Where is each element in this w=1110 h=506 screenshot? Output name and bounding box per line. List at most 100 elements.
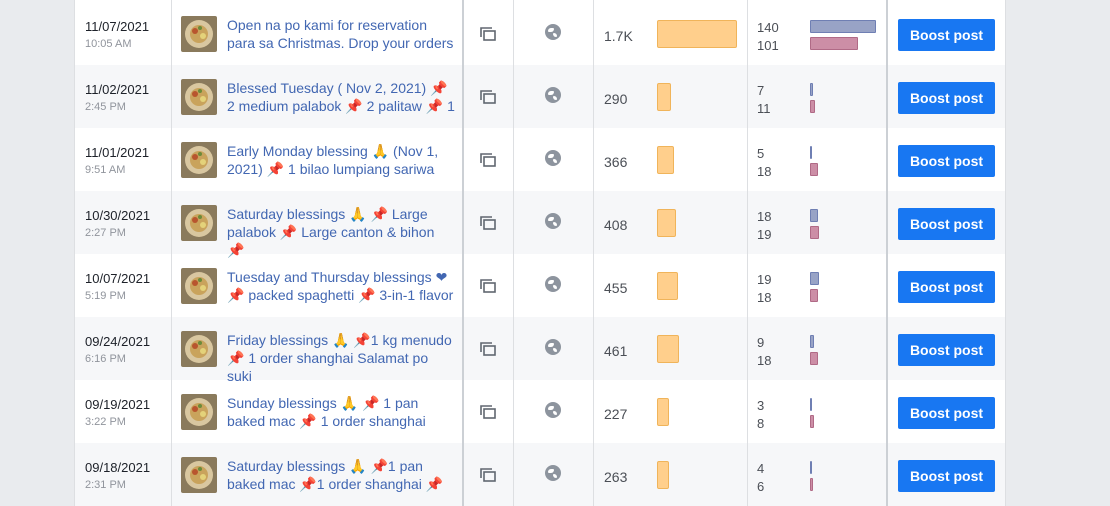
engagement-reactions: 18 — [757, 164, 772, 179]
multi-photo-icon — [480, 27, 496, 41]
post-title-link[interactable]: Saturday blessings 🙏 📌 Large palabok 📌 L… — [227, 205, 455, 259]
column-divider — [747, 0, 748, 506]
engagement-reactions: 8 — [757, 416, 765, 431]
table-row: 10/30/2021 2:27 PM Saturday blessings 🙏 … — [75, 191, 1005, 258]
engagement-reactions-bar — [810, 100, 815, 113]
engagement-reactions-bar — [810, 352, 818, 365]
post-time: 10:05 AM — [85, 38, 132, 50]
post-date: 09/19/2021 — [85, 397, 151, 412]
post-title-link[interactable]: Friday blessings 🙏 📌1 kg menudo 📌 1 orde… — [227, 331, 455, 385]
globe-icon — [545, 465, 561, 481]
globe-icon — [545, 87, 561, 103]
reach-value: 408 — [604, 217, 628, 233]
reach-bar — [657, 272, 678, 300]
post-thumbnail[interactable] — [181, 79, 217, 115]
post-thumbnail[interactable] — [181, 268, 217, 304]
post-title-link[interactable]: Saturday blessings 🙏 📌1 pan baked mac 📌1… — [227, 457, 455, 493]
post-title-link[interactable]: Tuesday and Thursday blessings ❤ 📌 packe… — [227, 268, 455, 304]
column-divider — [462, 0, 464, 506]
audience-cell — [513, 128, 593, 191]
engagement-reactions: 19 — [757, 227, 772, 242]
boost-post-button[interactable]: Boost post — [898, 19, 995, 51]
post-date: 11/01/2021 — [85, 145, 150, 160]
engagement-cell: 9 18 — [747, 317, 887, 380]
post-time: 5:19 PM — [85, 290, 126, 302]
engagement-reactions-bar — [810, 163, 818, 176]
post-thumbnail[interactable] — [181, 457, 217, 493]
boost-cell: Boost post — [888, 443, 1005, 506]
published-cell: 11/01/2021 9:51 AM — [75, 128, 171, 191]
engagement-cell: 140 101 — [747, 2, 887, 65]
multi-photo-icon — [480, 216, 496, 230]
audience-cell — [513, 317, 593, 380]
post-title-link[interactable]: Blessed Tuesday ( Nov 2, 2021) 📌 2 mediu… — [227, 79, 455, 115]
post-thumbnail[interactable] — [181, 331, 217, 367]
reach-value: 366 — [604, 154, 628, 170]
engagement-cell: 4 6 — [747, 443, 887, 506]
post-cell: Sunday blessings 🙏 📌 1 pan baked mac 📌 1… — [171, 380, 462, 443]
multi-photo-icon — [480, 342, 496, 356]
post-thumbnail[interactable] — [181, 142, 217, 178]
engagement-cell: 7 11 — [747, 65, 887, 128]
multi-photo-icon — [480, 468, 496, 482]
engagement-cell: 3 8 — [747, 380, 887, 443]
engagement-reactions: 18 — [757, 353, 772, 368]
boost-post-button[interactable]: Boost post — [898, 334, 995, 366]
reach-cell: 455 — [594, 254, 747, 317]
table-row: 11/02/2021 2:45 PM Blessed Tuesday ( Nov… — [75, 65, 1005, 128]
audience-cell — [513, 65, 593, 128]
post-title-link[interactable]: Early Monday blessing 🙏 (Nov 1, 2021) 📌 … — [227, 142, 455, 178]
boost-cell: Boost post — [888, 317, 1005, 380]
boost-post-button[interactable]: Boost post — [898, 208, 995, 240]
column-divider — [171, 0, 172, 506]
engagement-reactions: 11 — [757, 101, 771, 116]
type-cell — [463, 65, 513, 128]
boost-post-button[interactable]: Boost post — [898, 145, 995, 177]
engagement-reactions: 6 — [757, 479, 765, 494]
table-row: 11/01/2021 9:51 AM Early Monday blessing… — [75, 128, 1005, 191]
type-cell — [463, 2, 513, 65]
boost-cell: Boost post — [888, 380, 1005, 443]
post-cell: Friday blessings 🙏 📌1 kg menudo 📌 1 orde… — [171, 317, 462, 384]
post-thumbnail[interactable] — [181, 16, 217, 52]
boost-post-button[interactable]: Boost post — [898, 397, 995, 429]
post-time: 9:51 AM — [85, 164, 126, 176]
reach-bar — [657, 146, 674, 174]
reach-bar — [657, 335, 679, 363]
audience-cell — [513, 254, 593, 317]
engagement-clicks-bar — [810, 20, 876, 33]
engagement-clicks: 5 — [757, 146, 765, 161]
type-cell — [463, 317, 513, 380]
engagement-reactions: 18 — [757, 290, 772, 305]
engagement-clicks-bar — [810, 461, 812, 474]
post-cell: Saturday blessings 🙏 📌1 pan baked mac 📌1… — [171, 443, 462, 506]
published-cell: 09/24/2021 6:16 PM — [75, 317, 171, 380]
multi-photo-icon — [480, 279, 496, 293]
boost-cell: Boost post — [888, 2, 1005, 65]
post-thumbnail[interactable] — [181, 205, 217, 241]
engagement-reactions-bar — [810, 478, 813, 491]
boost-post-button[interactable]: Boost post — [898, 271, 995, 303]
post-title-link[interactable]: Sunday blessings 🙏 📌 1 pan baked mac 📌 1… — [227, 394, 455, 430]
multi-photo-icon — [480, 90, 496, 104]
boost-cell: Boost post — [888, 191, 1005, 254]
published-cell: 09/19/2021 3:22 PM — [75, 380, 171, 443]
reach-cell: 227 — [594, 380, 747, 443]
audience-cell — [513, 2, 593, 65]
post-time: 2:45 PM — [85, 101, 126, 113]
boost-cell: Boost post — [888, 65, 1005, 128]
post-thumbnail[interactable] — [181, 394, 217, 430]
engagement-reactions-bar — [810, 415, 814, 428]
engagement-reactions-bar — [810, 289, 818, 302]
reach-value: 227 — [604, 406, 628, 422]
engagement-clicks: 9 — [757, 335, 765, 350]
engagement-reactions-bar — [810, 226, 819, 239]
boost-post-button[interactable]: Boost post — [898, 82, 995, 114]
engagement-reactions: 101 — [757, 38, 779, 53]
type-cell — [463, 443, 513, 506]
post-title-link[interactable]: Open na po kami for reservation para sa … — [227, 16, 455, 52]
engagement-clicks: 7 — [757, 83, 765, 98]
boost-post-button[interactable]: Boost post — [898, 460, 995, 492]
type-cell — [463, 191, 513, 254]
reach-value: 290 — [604, 91, 628, 107]
